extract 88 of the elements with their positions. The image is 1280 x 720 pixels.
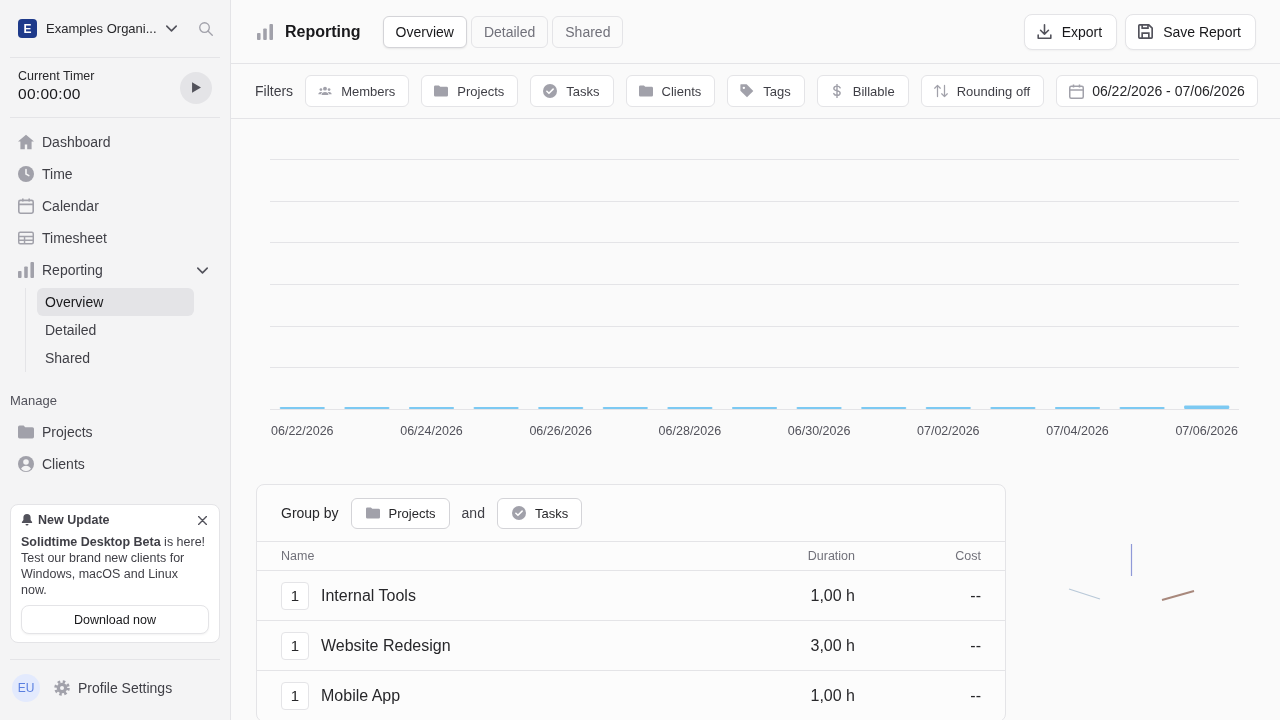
card-title: New Update [38, 513, 110, 527]
column-header: Cost [955, 549, 981, 563]
save-icon [1138, 24, 1154, 39]
org-avatar: E [18, 19, 37, 38]
nav-item[interactable]: Clients [10, 448, 220, 480]
count-badge: 1 [281, 631, 309, 660]
filter-button[interactable]: Tags [727, 75, 805, 107]
count-badge: 1 [281, 581, 309, 610]
axis-label: 06/22/2026 [271, 424, 334, 438]
save-report-button[interactable]: Save Report [1125, 13, 1256, 50]
download-button[interactable]: Download now [21, 605, 209, 634]
calendar-icon [1069, 83, 1085, 99]
nav-item[interactable]: Projects [10, 416, 220, 448]
table-cell: 1,00 h [810, 586, 855, 605]
close-icon[interactable] [198, 515, 207, 525]
table-cell: -- [970, 586, 981, 605]
download-icon [1036, 24, 1052, 39]
folder-icon [638, 84, 653, 98]
organization-name[interactable]: Examples Organi... [46, 21, 157, 36]
count-badge: 1 [281, 681, 309, 710]
group-by-button[interactable]: Tasks [496, 497, 583, 529]
caret-icon[interactable] [197, 264, 208, 276]
check-circle-icon [543, 84, 558, 98]
check-circle-icon [511, 506, 526, 520]
filter-button[interactable]: Projects [421, 75, 519, 107]
bar-chart-icon [257, 23, 273, 40]
table-cell: Website Redesign [321, 636, 451, 655]
date-range-button[interactable]: 06/22/2026 - 07/06/2026 [1056, 75, 1258, 107]
bar-chart-icon [18, 262, 34, 278]
axis-label: 07/04/2026 [1046, 424, 1109, 438]
filter-button[interactable]: Billable [816, 75, 909, 107]
home-icon [18, 134, 34, 150]
folder-icon [18, 424, 34, 440]
clock-icon [18, 166, 34, 182]
subnav-item[interactable]: Detailed [37, 316, 194, 344]
table-icon [18, 230, 34, 246]
folder-icon [434, 84, 449, 98]
tab[interactable]: Shared [552, 15, 624, 48]
calendar-icon [18, 198, 34, 214]
nav-item[interactable]: Reporting [10, 254, 220, 286]
filter-button[interactable]: Members [305, 75, 410, 107]
column-header: Duration [807, 549, 855, 563]
nav-item[interactable]: Dashboard [10, 126, 220, 158]
page-title: Reporting [285, 22, 361, 41]
axis-label: 07/02/2026 [917, 424, 980, 438]
subnav-item[interactable]: Shared [37, 344, 194, 372]
tag-icon [740, 84, 755, 98]
nav-item[interactable]: Calendar [10, 190, 220, 222]
profile-settings-link[interactable]: Profile Settings [54, 680, 173, 696]
nav-item[interactable]: Time [10, 158, 220, 190]
joiner-label: and [461, 505, 485, 521]
table-cell: -- [970, 636, 981, 655]
group-by-label: Group by [281, 505, 339, 521]
nav-item[interactable]: Timesheet [10, 222, 220, 254]
user-avatar: EU [12, 674, 40, 702]
filter-button[interactable]: Rounding off [920, 75, 1045, 107]
table-cell: Mobile App [321, 686, 401, 705]
folder-icon [365, 506, 380, 520]
tab[interactable]: Detailed [470, 15, 549, 48]
up-down-arrows-icon [933, 84, 948, 98]
table-cell: 1,00 h [810, 686, 855, 705]
filters-label: Filters [255, 83, 294, 99]
axis-label: 06/30/2026 [787, 424, 851, 438]
table-cell: -- [970, 686, 981, 705]
tab[interactable]: Overview [382, 15, 467, 48]
group-by-button[interactable]: Projects [350, 497, 450, 529]
table-cell: 3,00 h [810, 636, 855, 655]
filter-button[interactable]: Tasks [530, 75, 614, 107]
settings-icon [54, 680, 70, 696]
axis-label: 06/28/2026 [658, 424, 722, 438]
axis-label: 06/24/2026 [400, 424, 463, 438]
update-message: Solidtime Desktop Beta is here! Test our brand new clients for Windows, macOS and Linux now. [21, 534, 207, 598]
users-icon [318, 84, 333, 98]
subnav-item[interactable]: Overview [37, 288, 194, 316]
column-header: Name [281, 549, 315, 563]
bell-icon [21, 514, 33, 526]
play-button[interactable] [180, 71, 212, 104]
timer-value: 00:00:00 [18, 84, 82, 103]
table-cell: Internal Tools [321, 586, 416, 605]
section-heading: Manage [10, 393, 57, 409]
timer-label: Current Timer [18, 68, 95, 84]
export-button[interactable]: Export [1023, 13, 1118, 50]
axis-label: 07/06/2026 [1175, 424, 1238, 438]
filter-button[interactable]: Clients [625, 75, 716, 107]
play-icon [190, 82, 202, 93]
caret-icon[interactable] [165, 23, 177, 34]
axis-label: 06/26/2026 [529, 424, 592, 438]
user-circle-icon [18, 456, 34, 472]
